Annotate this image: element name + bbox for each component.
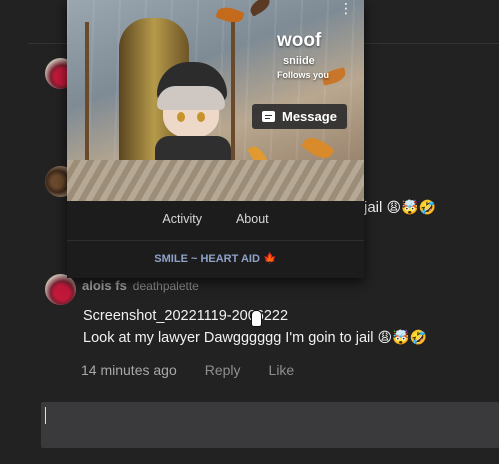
maple-leaf-icon: 🍁 (263, 253, 277, 265)
doll-eye (177, 112, 185, 122)
popup-divider (67, 240, 364, 241)
comment-handle[interactable]: deathpalette (133, 279, 199, 293)
comment-text-fragment: jail (364, 199, 383, 216)
tagline-text: SMILE ~ HEART AID (154, 253, 260, 265)
message-button[interactable]: Message (252, 104, 347, 129)
message-icon (262, 111, 275, 122)
comment-text: Look at my lawyer Dawgggggg I'm goin to … (83, 330, 427, 346)
profile-popup: ⋮ woof sniide Follows you Message Activi… (67, 0, 364, 278)
message-button-label: Message (282, 109, 337, 124)
profile-banner-image: ⋮ woof sniide Follows you Message (67, 0, 364, 201)
tab-activity[interactable]: Activity (162, 212, 202, 226)
profile-tagline: SMILE ~ HEART AID 🍁 (67, 252, 364, 265)
reply-input[interactable] (41, 402, 499, 448)
hand-cursor-icon (251, 310, 262, 327)
leaf-decoration (247, 0, 273, 17)
comment-timestamp: 14 minutes ago (81, 362, 177, 378)
profile-name[interactable]: woof (277, 30, 321, 52)
profile-tabs: Activity About (67, 212, 364, 226)
comment-body: Look at my lawyer Dawgggggg I'm goin to … (83, 330, 374, 346)
more-options-icon[interactable]: ⋮ (339, 0, 353, 17)
tab-about[interactable]: About (236, 212, 269, 226)
reply-button[interactable]: Reply (205, 362, 241, 378)
doll-eye (197, 112, 205, 122)
text-caret (45, 407, 46, 424)
leaf-decoration (301, 132, 335, 164)
emoji-group: 😩🤯🤣 (386, 200, 436, 216)
comment-meta: 14 minutes ago Reply Like (81, 362, 294, 378)
comment-author[interactable]: alois fs (82, 278, 127, 293)
emoji-group: 😩🤯🤣 (377, 330, 427, 346)
like-button[interactable]: Like (269, 362, 295, 378)
follows-you-badge: Follows you (277, 70, 330, 80)
profile-handle: sniide (283, 55, 315, 67)
comment-header: alois fs deathpalette (82, 278, 199, 293)
background-comment-text: jail 😩🤯🤣 (364, 199, 436, 216)
comment-avatar[interactable] (45, 274, 76, 305)
knit-blanket (67, 160, 364, 201)
doll-hair (157, 86, 225, 110)
